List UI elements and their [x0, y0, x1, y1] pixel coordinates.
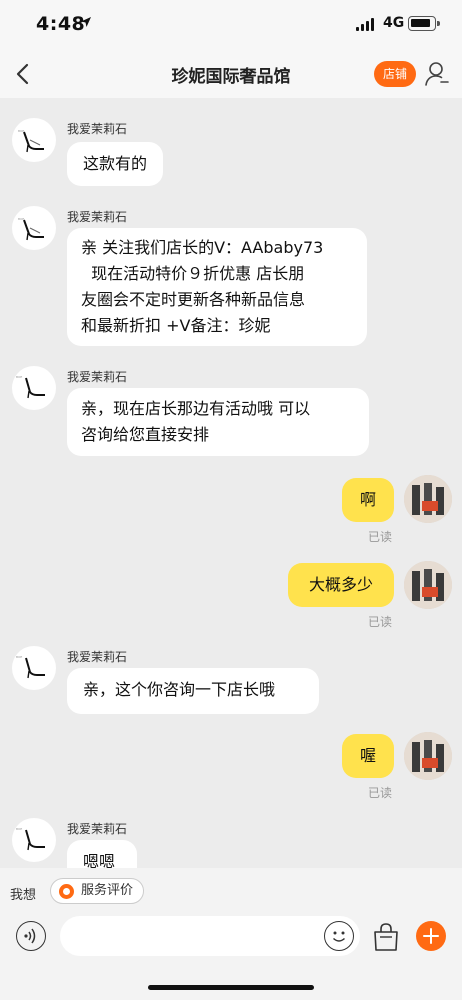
- message-bubble[interactable]: 亲 关注我们店长的V：AAbaby73 现在活动特价９折优惠 店长朋 友圈会不定…: [67, 228, 367, 346]
- message-text-line: 亲，现在店长那边有活动哦 可以: [81, 399, 311, 418]
- read-status: 已读: [368, 530, 393, 544]
- status-bar: 4:48 4G: [0, 0, 462, 50]
- shoe-image: BOE: [16, 655, 45, 679]
- message-text-line: 亲 关注我们店长的V：AAbaby73: [81, 238, 324, 257]
- shoe-image: BOE: [18, 217, 44, 241]
- chat-header: 珍妮国际奢品馆 店铺: [0, 50, 462, 98]
- quick-action-bar: 我想 服务评价: [0, 868, 462, 914]
- plus-icon[interactable]: [416, 921, 446, 951]
- seller-avatar[interactable]: BOE: [12, 206, 56, 250]
- sender-name: 我爱茉莉石: [67, 650, 128, 664]
- message-input[interactable]: [60, 916, 360, 956]
- message-text-line: 咨询给您直接安排: [81, 425, 210, 444]
- user-avatar-image: [404, 475, 452, 523]
- sender-name: 我爱茉莉石: [67, 210, 128, 224]
- message-bubble-self[interactable]: 大概多少: [288, 563, 394, 607]
- signal-icon: [356, 18, 374, 31]
- message-text: 大概多少: [308, 575, 373, 594]
- user-avatar[interactable]: [404, 561, 452, 609]
- seller-avatar[interactable]: BOE: [12, 366, 56, 410]
- message-text-line: 和最新折扣 +V备注：珍妮: [81, 316, 271, 335]
- message-text: 亲，这个你咨询一下店长哦: [83, 680, 276, 699]
- voice-icon[interactable]: [16, 921, 46, 951]
- seller-avatar[interactable]: BOE: [12, 118, 56, 162]
- message-text-line: 现在活动特价９折优惠 店长朋: [81, 264, 305, 283]
- service-rating-icon: [59, 884, 74, 899]
- quick-label: 我想: [10, 888, 37, 903]
- emoji-icon[interactable]: [324, 921, 354, 951]
- message-bubble[interactable]: 嗯嗯: [67, 840, 137, 868]
- message-bubble-self[interactable]: 啊: [342, 478, 394, 522]
- service-rating-button[interactable]: 服务评价: [50, 878, 145, 904]
- home-indicator: [148, 985, 314, 990]
- service-rating-label: 服务评价: [81, 883, 134, 898]
- store-button[interactable]: 店铺: [374, 61, 416, 87]
- network-type: 4G: [383, 15, 405, 31]
- svg-text:BOE: BOE: [16, 375, 22, 379]
- svg-text:BOE: BOE: [16, 827, 22, 831]
- battery-icon: [408, 16, 440, 31]
- shoe-image: BOE: [18, 129, 44, 153]
- svg-text:BOE: BOE: [16, 655, 22, 659]
- message-text: 嗯嗯: [83, 852, 116, 868]
- seller-avatar[interactable]: BOE: [12, 818, 56, 862]
- message-text: 喔: [359, 746, 376, 765]
- message-bubble[interactable]: 这款有的: [67, 142, 164, 186]
- sender-name: 我爱茉莉石: [67, 822, 128, 836]
- user-avatar[interactable]: [404, 732, 452, 780]
- message-bubble-self[interactable]: 喔: [342, 734, 394, 778]
- read-status: 已读: [368, 615, 393, 629]
- message-text: 这款有的: [83, 154, 148, 173]
- location-arrow-icon: [81, 17, 91, 27]
- user-avatar-image: [404, 561, 452, 609]
- read-status: 已读: [368, 786, 393, 800]
- user-avatar-image: [404, 732, 452, 780]
- sender-name: 我爱茉莉石: [67, 370, 128, 384]
- status-time: 4:48: [36, 13, 86, 35]
- message-bubble[interactable]: 亲，现在店长那边有活动哦 可以 咨询给您直接安排: [67, 388, 369, 456]
- message-text-line: 友圈会不定时更新各种新品信息: [81, 290, 306, 309]
- seller-avatar[interactable]: BOE: [12, 646, 56, 690]
- sender-name: 我爱茉莉石: [67, 122, 128, 136]
- message-bubble[interactable]: 亲，这个你咨询一下店长哦: [67, 668, 319, 714]
- shoe-image: BOE: [16, 375, 45, 399]
- person-icon[interactable]: [425, 61, 449, 87]
- shopping-bag-icon[interactable]: [372, 922, 400, 952]
- message-text: 啊: [359, 490, 376, 509]
- user-avatar[interactable]: [404, 475, 452, 523]
- shoe-image: BOE: [16, 827, 45, 851]
- chat-message-list[interactable]: BOE 我爱茉莉石 这款有的 BOE 我爱茉莉石 亲 关注我们店长的V：AAba…: [0, 98, 462, 868]
